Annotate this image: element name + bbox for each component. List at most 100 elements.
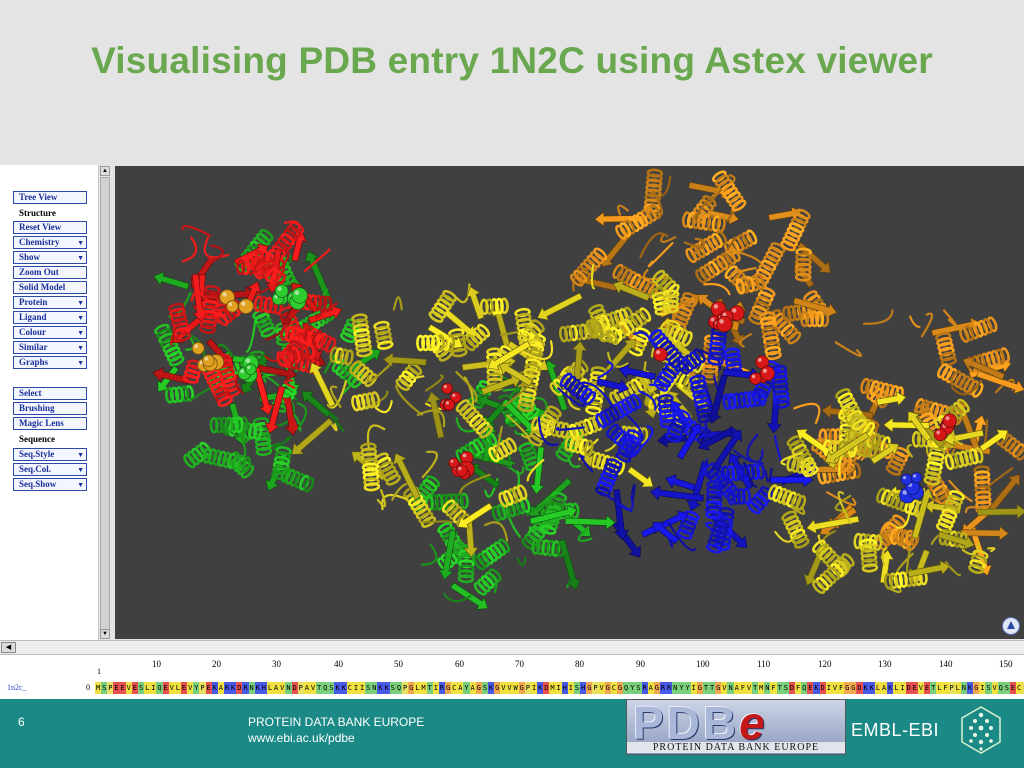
ruler-tick-label: 90	[636, 659, 645, 669]
coil	[181, 236, 198, 263]
select-button-label: Select	[19, 388, 42, 398]
ligand-atom-highlight	[194, 344, 198, 348]
helix-turn	[451, 347, 468, 358]
chemistry-button-label: Chemistry	[19, 237, 60, 247]
astex-logo-icon[interactable]	[1002, 617, 1020, 635]
seq-style-button[interactable]: Seq.Style ▼	[13, 448, 87, 461]
ruler-tick-label: 120	[818, 659, 832, 669]
scroll-left-arrow-icon[interactable]: ◀	[1, 642, 16, 653]
sequence-viewer[interactable]: 1 10 20 30 40 50 60 70 80 90 100 110 120 130 140 150 1n…	[0, 655, 1024, 699]
reset-view-button-label: Reset View	[19, 222, 62, 232]
coil	[650, 347, 655, 358]
ligand-atom-highlight	[452, 393, 456, 397]
select-button[interactable]: Select	[13, 387, 87, 400]
helix-turn	[363, 482, 381, 492]
helix-turn	[722, 393, 732, 411]
coil	[483, 521, 509, 542]
seq-show-button[interactable]: Seq.Show ▼	[13, 478, 87, 491]
coil	[421, 450, 438, 479]
protein-structure[interactable]	[115, 166, 1024, 639]
seq-col-button-label: Seq.Col.	[19, 464, 52, 474]
protein-button[interactable]: Protein ▼	[13, 296, 87, 309]
ligand-atom-highlight	[757, 358, 762, 362]
helix	[473, 568, 502, 596]
horizontal-scrollbar[interactable]: ◀	[0, 640, 1024, 655]
control-panel: Tree View Structure Reset View Chemistry ▼ Sh…	[0, 165, 98, 640]
scroll-down-arrow-icon[interactable]: ▼	[100, 629, 110, 639]
ligand-atom	[900, 473, 913, 486]
beta-strand	[383, 352, 427, 368]
embl-ebi-logo-icon	[961, 706, 1001, 754]
coil	[455, 283, 471, 304]
colour-button[interactable]: Colour ▼	[13, 326, 87, 339]
ruler-tick-label: 40	[334, 659, 343, 669]
scroll-up-arrow-icon[interactable]: ▲	[100, 166, 110, 176]
ligand-button[interactable]: Ligand ▼	[13, 311, 87, 324]
ruler-tick-label: 10	[152, 659, 161, 669]
helix-turn	[782, 305, 792, 323]
ligand-atom	[910, 472, 923, 484]
zoom-out-button[interactable]: Zoom Out	[13, 266, 87, 279]
helix-turn	[253, 423, 263, 441]
seq-style-button-label: Seq.Style	[19, 449, 55, 459]
zoom-out-button-label: Zoom Out	[19, 267, 59, 277]
magic-lens-button[interactable]: Magic Lens	[13, 417, 87, 430]
tree-view-button[interactable]: Tree View	[13, 191, 87, 204]
dropdown-arrow-icon: ▼	[77, 299, 84, 307]
ruler-tick-label: 140	[939, 659, 953, 669]
vertical-scrollbar[interactable]: ▲ ▼	[98, 165, 111, 640]
helix-turn	[351, 395, 361, 412]
coil	[376, 489, 387, 508]
helix	[973, 465, 993, 515]
ligand-atom	[238, 298, 254, 315]
coil	[862, 309, 894, 325]
coil	[647, 242, 674, 268]
reset-view-button[interactable]: Reset View	[13, 221, 87, 234]
ligand-atom-highlight	[722, 312, 727, 317]
dropdown-arrow-icon: ▼	[77, 254, 84, 262]
ligand-atom-highlight	[294, 290, 300, 295]
ligand-atom-highlight	[945, 416, 950, 421]
ruler-tick-label: 20	[212, 659, 221, 669]
helix-turn	[255, 446, 273, 457]
show-button-label: Show	[19, 252, 41, 262]
helix-turn	[861, 563, 879, 573]
helix-turn	[344, 349, 354, 366]
helix-turn	[416, 334, 426, 352]
brushing-button[interactable]: Brushing	[13, 402, 87, 415]
show-button[interactable]: Show ▼	[13, 251, 87, 264]
helix-turn	[558, 325, 569, 343]
ligand-atom	[942, 413, 957, 428]
coil	[793, 402, 821, 424]
ligand-atom	[443, 399, 456, 411]
helix-turn	[164, 387, 175, 404]
helix-turn	[377, 340, 394, 350]
ligand-atom-highlight	[462, 453, 467, 458]
ligand-atom	[226, 300, 239, 313]
coil	[630, 484, 636, 502]
ligand-atom-highlight	[710, 317, 715, 322]
ligand-atom-highlight	[445, 401, 449, 405]
chain-name[interactable]: 1n2c_	[7, 683, 27, 692]
seq-col-button[interactable]: Seq.Col. ▼	[13, 463, 87, 476]
helix-turn	[356, 348, 373, 358]
dropdown-arrow-icon: ▼	[77, 466, 84, 474]
scroll-thumb[interactable]	[100, 177, 110, 639]
beta-strand	[627, 466, 654, 488]
brushing-button-label: Brushing	[19, 403, 55, 413]
graphs-button[interactable]: Graphs ▼	[13, 356, 87, 369]
ligand-button-label: Ligand	[19, 312, 47, 322]
coil	[944, 561, 961, 577]
helix-turn	[716, 216, 726, 233]
ruler-tick-label: 130	[878, 659, 892, 669]
pdbe-logo-subtitle: PROTEIN DATA BANK EUROPE	[627, 742, 845, 753]
coil	[567, 457, 581, 468]
coil	[703, 282, 731, 296]
chemistry-button[interactable]: Chemistry ▼	[13, 236, 87, 249]
ligand-atom	[441, 382, 453, 395]
sequence-residues[interactable]: MSPEEVESLIQEVLEVYPEKARKDRNKHLAVNDPAVTQSK…	[95, 682, 1024, 694]
molecule-viewer[interactable]	[115, 166, 1024, 639]
ribbon-layer	[152, 168, 1024, 610]
similar-button[interactable]: Similar ▼	[13, 341, 87, 354]
solid-model-button[interactable]: Solid Model	[13, 281, 87, 294]
